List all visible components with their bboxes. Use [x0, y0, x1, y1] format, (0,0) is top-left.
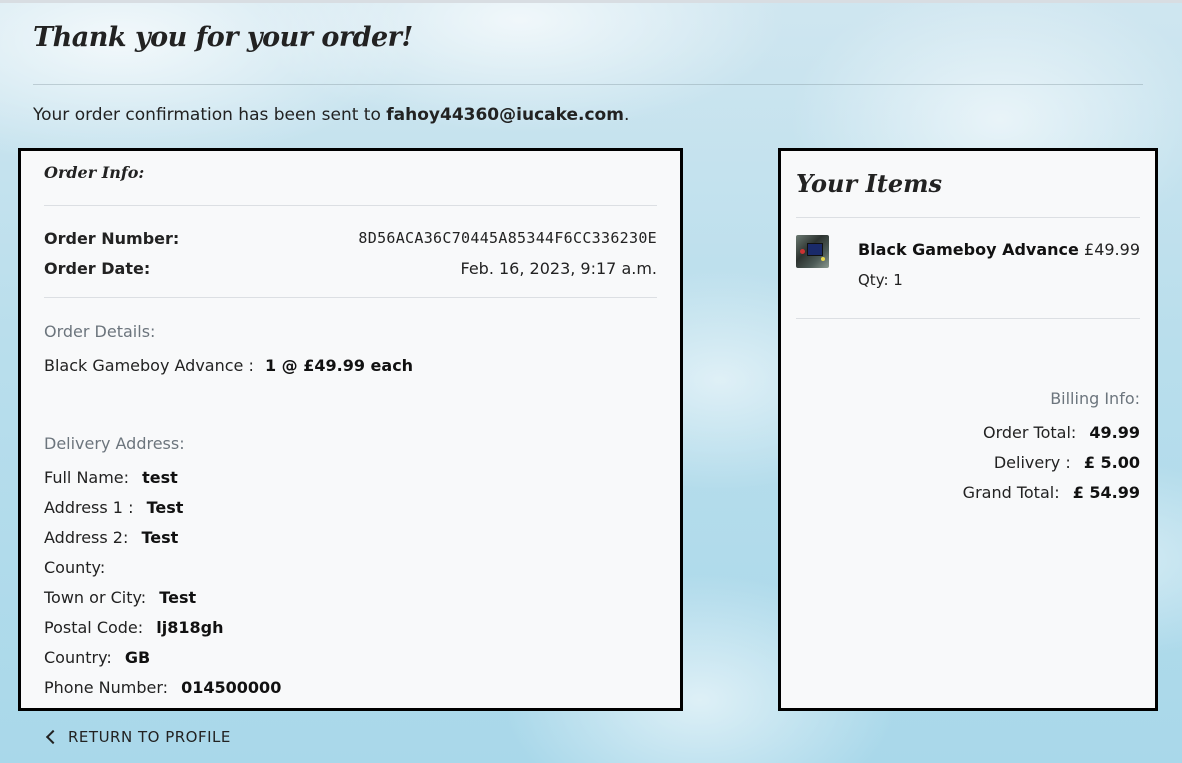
address1-value: Test: [146, 498, 184, 517]
phone-value: 014500000: [181, 678, 282, 697]
order-date-label: Order Date:: [44, 259, 151, 278]
confirmation-email: fahoy44360@iucake.com: [386, 105, 624, 125]
order-date-value: Feb. 16, 2023, 9:17 a.m.: [460, 259, 658, 278]
items-heading-divider: [796, 217, 1140, 218]
address2-row: Address 2: Test: [44, 528, 178, 547]
gameboy-thumbnail[interactable]: [796, 235, 829, 268]
full-name-value: test: [142, 468, 178, 487]
full-name-row: Full Name: test: [44, 468, 178, 487]
return-to-profile-label: RETURN TO PROFILE: [68, 728, 231, 746]
line-item-name: Black Gameboy Advance :: [44, 356, 254, 375]
billing-info-label: Billing Info:: [1050, 389, 1140, 408]
return-to-profile-link[interactable]: RETURN TO PROFILE: [45, 728, 231, 746]
country-row: Country: GB: [44, 648, 150, 667]
order-details-label: Order Details:: [44, 322, 156, 341]
item-qty: Qty: 1: [858, 271, 903, 289]
address1-row: Address 1 : Test: [44, 498, 183, 517]
delivery-row: Delivery : £ 5.00: [994, 453, 1140, 472]
order-info-card: Order Info: Order Number: 8D56ACA36C7044…: [18, 148, 683, 711]
order-details-divider: [44, 297, 657, 298]
confirmation-suffix: .: [623, 105, 630, 125]
title-divider: [33, 84, 1143, 85]
address2-label: Address 2:: [44, 528, 129, 547]
item-price: £49.99: [1084, 240, 1140, 259]
town-row: Town or City: Test: [44, 588, 196, 607]
postal-code-value: lj818gh: [156, 618, 224, 637]
address1-label: Address 1 :: [44, 498, 134, 517]
line-item-value: 1 @ £49.99 each: [264, 356, 414, 375]
items-divider: [796, 318, 1140, 319]
grand-total-label: Grand Total:: [962, 483, 1060, 502]
order-total-value: 49.99: [1089, 423, 1140, 442]
phone-label: Phone Number:: [44, 678, 169, 697]
postal-code-label: Postal Code:: [44, 618, 144, 637]
town-label: Town or City:: [44, 588, 147, 607]
your-items-heading: Your Items: [796, 169, 942, 198]
confirmation-prefix: Your order confirmation has been sent to: [33, 105, 387, 125]
address2-value: Test: [141, 528, 179, 547]
country-value: GB: [124, 648, 151, 667]
country-label: Country:: [44, 648, 112, 667]
confirmation-message: Your order confirmation has been sent to…: [33, 105, 629, 125]
order-info-heading: Order Info:: [44, 163, 145, 182]
town-value: Test: [159, 588, 197, 607]
county-row: County:: [44, 558, 113, 577]
order-info-divider: [44, 205, 657, 206]
chevron-left-icon: [45, 729, 61, 745]
postal-code-row: Postal Code: lj818gh: [44, 618, 223, 637]
page-title: Thank you for your order!: [33, 22, 413, 53]
grand-total-row: Grand Total: £ 54.99: [963, 483, 1140, 502]
phone-row: Phone Number: 014500000: [44, 678, 281, 697]
order-total-label: Order Total:: [982, 423, 1077, 442]
grand-total-value: £ 54.99: [1072, 483, 1140, 502]
order-line-item: Black Gameboy Advance : 1 @ £49.99 each: [44, 356, 413, 375]
your-items-card: Your Items Black Gameboy Advance £49.99 …: [778, 148, 1158, 711]
delivery-label: Delivery :: [993, 453, 1071, 472]
order-total-row: Order Total: 49.99: [983, 423, 1140, 442]
delivery-value: £ 5.00: [1083, 453, 1140, 472]
item-name[interactable]: Black Gameboy Advance: [858, 240, 1079, 259]
delivery-address-label: Delivery Address:: [44, 434, 185, 453]
top-border: [0, 0, 1182, 3]
full-name-label: Full Name:: [44, 468, 130, 487]
order-number-value: 8D56ACA36C70445A85344F6CC336230E: [358, 229, 657, 247]
order-number-label: Order Number:: [44, 229, 180, 248]
county-label: County:: [44, 558, 106, 577]
